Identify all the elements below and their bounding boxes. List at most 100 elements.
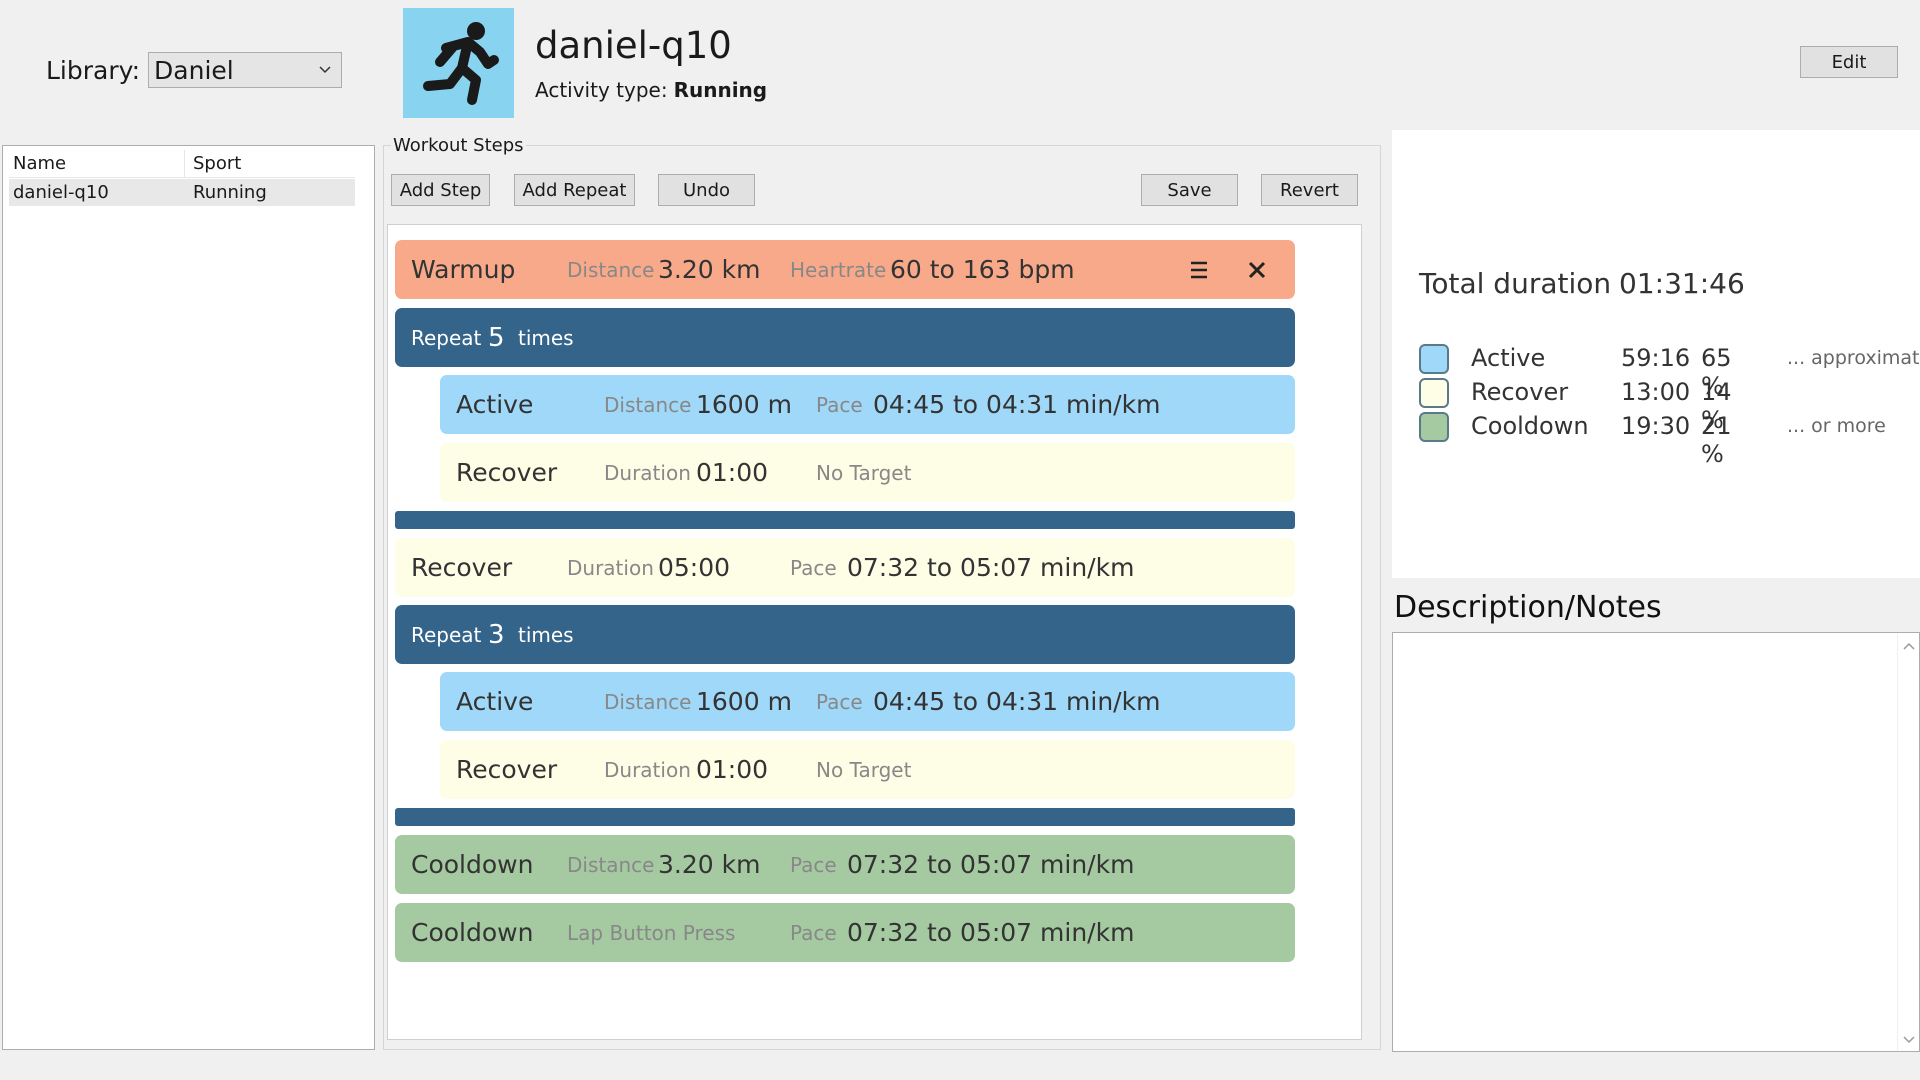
step-target-value: 04:45 to 04:31 min/km — [873, 390, 1161, 419]
menu-icon[interactable] — [1187, 258, 1211, 282]
revert-button[interactable]: Revert — [1261, 174, 1358, 206]
step-target-key: No Target — [816, 460, 912, 485]
workout-steps-label: Workout Steps — [391, 135, 526, 156]
step-target-key: Pace — [816, 392, 863, 417]
step-value: 1600 m — [696, 687, 792, 716]
list-item-sport: Running — [193, 182, 267, 203]
step-recover[interactable]: Recover Duration 01:00 No Target — [440, 443, 1295, 502]
legend-time: 13:00 — [1621, 378, 1691, 406]
step-name: Cooldown — [411, 918, 534, 947]
description-scrollbar[interactable] — [1897, 633, 1919, 1051]
legend-swatch — [1419, 344, 1449, 374]
workout-list: Name Sport daniel-q10 Running — [2, 145, 375, 1050]
add-step-button[interactable]: Add Step — [391, 174, 490, 206]
description-textarea[interactable] — [1392, 632, 1920, 1052]
step-cooldown[interactable]: Cooldown Distance 3.20 km Pace 07:32 to … — [395, 835, 1295, 894]
close-icon[interactable] — [1245, 258, 1269, 282]
legend-note: ... approximate — [1787, 347, 1920, 369]
step-target-value: 60 to 163 bpm — [890, 255, 1075, 284]
step-name: Recover — [456, 755, 558, 784]
chevron-down-icon — [319, 66, 331, 74]
step-target-value: 07:32 to 05:07 min/km — [847, 918, 1135, 947]
step-name: Active — [456, 687, 534, 716]
step-value: 3.20 km — [658, 255, 761, 284]
step-target-value: 07:32 to 05:07 min/km — [847, 553, 1135, 582]
legend-name: Cooldown — [1471, 412, 1589, 440]
step-name: Recover — [411, 553, 513, 582]
step-value: 01:00 — [696, 458, 769, 487]
repeat-times: times — [518, 622, 574, 647]
step-repeat[interactable]: Repeat 3 times — [395, 605, 1295, 664]
library-selector: Library: Daniel — [46, 52, 343, 88]
step-key: Duration — [567, 555, 654, 580]
step-target-key: Pace — [790, 920, 837, 945]
list-item-name: daniel-q10 — [13, 182, 109, 203]
legend-time: 59:16 — [1621, 344, 1691, 372]
add-repeat-button[interactable]: Add Repeat — [514, 174, 635, 206]
legend-percent: 21 % — [1701, 412, 1732, 468]
column-header-name[interactable]: Name — [9, 150, 185, 177]
repeat-label: Repeat — [411, 325, 482, 350]
step-target-key: Pace — [816, 689, 863, 714]
scroll-up-icon[interactable] — [1903, 641, 1915, 651]
step-value: 05:00 — [658, 553, 731, 582]
legend-swatch — [1419, 378, 1449, 408]
activity-icon — [403, 8, 514, 118]
activity-type-label: Activity type: — [535, 78, 668, 102]
step-target-value: 07:32 to 05:07 min/km — [847, 850, 1135, 879]
activity-type-value: Running — [673, 78, 768, 102]
running-person-icon — [422, 22, 499, 105]
step-value: 1600 m — [696, 390, 792, 419]
undo-button[interactable]: Undo — [658, 174, 755, 206]
total-duration-value: 01:31:46 — [1619, 267, 1745, 300]
library-dropdown[interactable]: Daniel — [148, 52, 343, 88]
step-value: 3.20 km — [658, 850, 761, 879]
legend-note: ... or more — [1787, 415, 1886, 437]
step-name: Recover — [456, 458, 558, 487]
step-target-key: Pace — [790, 555, 837, 580]
column-header-sport[interactable]: Sport — [185, 153, 241, 174]
list-item[interactable]: daniel-q10 Running — [9, 179, 355, 206]
repeat-end-bar — [395, 511, 1295, 529]
step-target-key: No Target — [816, 757, 912, 782]
step-name: Cooldown — [411, 850, 534, 879]
repeat-times: times — [518, 325, 574, 350]
step-name: Warmup — [411, 255, 516, 284]
legend-name: Recover — [1471, 378, 1569, 406]
step-name: Active — [456, 390, 534, 419]
repeat-count: 5 — [488, 322, 505, 353]
step-key: Distance — [567, 257, 655, 282]
step-target-key: Pace — [790, 852, 837, 877]
step-recover[interactable]: Recover Duration 05:00 Pace 07:32 to 05:… — [395, 538, 1295, 597]
step-key: Distance — [604, 689, 692, 714]
library-selected-value: Daniel — [154, 55, 234, 85]
repeat-label: Repeat — [411, 622, 482, 647]
legend-time: 19:30 — [1621, 412, 1691, 440]
step-recover[interactable]: Recover Duration 01:00 No Target — [440, 740, 1295, 799]
step-target-value: 04:45 to 04:31 min/km — [873, 687, 1161, 716]
step-target-key: Heartrate — [790, 257, 887, 282]
legend-name: Active — [1471, 344, 1546, 372]
step-active[interactable]: Active Distance 1600 m Pace 04:45 to 04:… — [440, 375, 1295, 434]
repeat-end-bar — [395, 808, 1295, 826]
step-repeat[interactable]: Repeat 5 times — [395, 308, 1295, 367]
step-warmup[interactable]: Warmup Distance 3.20 km Heartrate 60 to … — [395, 240, 1295, 299]
edit-button[interactable]: Edit — [1800, 46, 1898, 78]
scroll-down-icon[interactable] — [1903, 1035, 1915, 1045]
total-duration-label: Total duration — [1419, 267, 1612, 300]
description-title: Description/Notes — [1394, 590, 1662, 625]
step-key: Duration — [604, 460, 691, 485]
step-key: Lap Button Press — [567, 920, 736, 945]
step-key: Distance — [567, 852, 655, 877]
activity-type: Activity type: Running — [535, 78, 767, 102]
step-key: Distance — [604, 392, 692, 417]
legend-swatch — [1419, 412, 1449, 442]
step-active[interactable]: Active Distance 1600 m Pace 04:45 to 04:… — [440, 672, 1295, 731]
library-label: Library: — [46, 55, 141, 85]
activity-name: daniel-q10 — [535, 24, 732, 67]
list-header: Name Sport — [9, 150, 355, 178]
step-cooldown[interactable]: Cooldown Lap Button Press Pace 07:32 to … — [395, 903, 1295, 962]
save-button[interactable]: Save — [1141, 174, 1238, 206]
repeat-count: 3 — [488, 619, 505, 650]
step-value: 01:00 — [696, 755, 769, 784]
